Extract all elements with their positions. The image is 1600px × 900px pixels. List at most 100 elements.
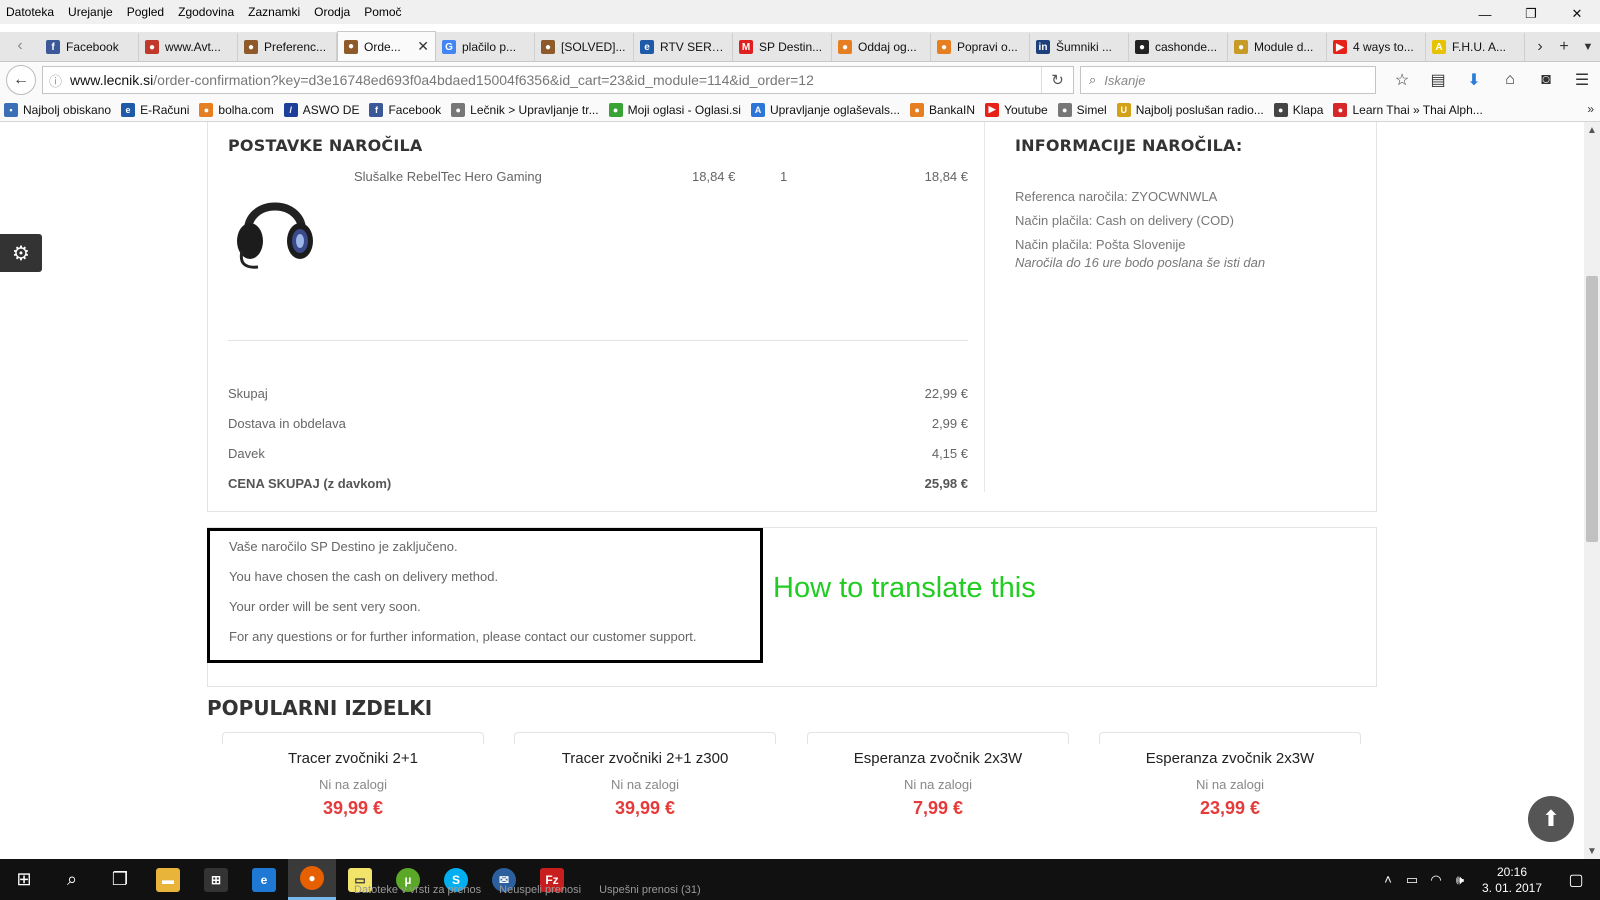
gear-icon[interactable]: ⚙ [0, 234, 42, 272]
browser-tab[interactable]: ● [SOLVED]... [535, 33, 634, 61]
volume-icon[interactable]: 🕪 [1448, 872, 1472, 888]
scroll-to-top-button[interactable]: ⬆ [1528, 796, 1574, 842]
bookmark-star-icon[interactable]: ☆ [1384, 66, 1420, 94]
bookmark-item[interactable]: ● Simel [1057, 102, 1107, 117]
menu-edit[interactable]: Urejanje [68, 5, 113, 19]
product-card-name[interactable]: Tracer zvočniki 2+1 z300 [514, 750, 776, 767]
bookmarks-overflow-icon[interactable]: » [1587, 102, 1594, 116]
tax-value: 4,15 € [931, 446, 968, 461]
menu-tools[interactable]: Orodja [314, 5, 350, 19]
browser-tab[interactable]: ● Oddaj og... [832, 33, 931, 61]
product-card-name[interactable]: Esperanza zvočnik 2x3W [807, 750, 1069, 767]
scroll-down-icon[interactable]: ▼ [1584, 843, 1600, 859]
back-button[interactable]: ← [6, 65, 36, 95]
browser-tab[interactable]: in Šumniki ... [1030, 33, 1129, 61]
product-card[interactable]: Esperanza zvočnik 2x3W Ni na zalogi 7,99… [807, 732, 1069, 842]
clock[interactable]: 20:16 3. 01. 2017 [1472, 864, 1552, 896]
bookmark-item[interactable]: ▶ Youtube [985, 102, 1048, 117]
bookmark-item[interactable]: ● bolha.com [199, 102, 274, 117]
task-view-icon[interactable]: ❐ [96, 859, 144, 900]
confirmation-panel: Vaše naročilo SP Destino je zaključeno. … [207, 527, 1377, 687]
notification-center-icon[interactable]: ▢ [1552, 870, 1600, 890]
url-bar[interactable]: ⓘ www.lecnik.si/order-confirmation?key=d… [42, 66, 1074, 94]
bookmark-item[interactable]: f Facebook [369, 102, 441, 117]
store-icon[interactable]: ⊞ [192, 859, 240, 900]
browser-tab[interactable]: A F.H.U. A... [1426, 33, 1525, 61]
file-explorer-icon[interactable]: ▬ [144, 859, 192, 900]
product-card[interactable]: Tracer zvočniki 2+1 z300 Ni na zalogi 39… [514, 732, 776, 842]
browser-tab[interactable]: ● Orde... ✕ [337, 31, 436, 61]
site-info-icon[interactable]: ⓘ [49, 71, 62, 90]
bookmark-item[interactable]: ● Lečnik > Upravljanje tr... [451, 102, 599, 117]
reload-icon[interactable]: ↻ [1041, 67, 1073, 93]
close-window-button[interactable]: ✕ [1554, 0, 1600, 28]
product-card[interactable]: Esperanza zvočnik 2x3W Ni na zalogi 23,9… [1099, 732, 1361, 842]
bookmark-item[interactable]: ● BankaIN [910, 102, 975, 117]
firefox-icon[interactable]: ● [288, 859, 336, 900]
product-card-name[interactable]: Esperanza zvočnik 2x3W [1099, 750, 1361, 767]
tab-list-dropdown-icon[interactable]: ▼ [1576, 41, 1600, 53]
hamburger-menu-icon[interactable]: ☰ [1564, 66, 1600, 94]
search-input[interactable]: ⌕ Iskanje [1080, 66, 1376, 94]
bookmark-item[interactable]: ▪ Najbolj obiskano [4, 102, 111, 117]
browser-tab[interactable]: ● www.Avt... [139, 33, 238, 61]
close-tab-icon[interactable]: ✕ [417, 38, 429, 55]
edge-icon[interactable]: e [240, 859, 288, 900]
tab-scroll-right-icon[interactable]: › [1528, 38, 1552, 56]
bookmark-item[interactable]: ● Klapa [1273, 102, 1323, 117]
browser-tab[interactable]: Gplačilo p... [436, 33, 535, 61]
reading-list-icon[interactable]: ▤ [1420, 66, 1456, 94]
browser-tab[interactable]: e RTV SERV... [634, 33, 733, 61]
restore-button[interactable]: ❐ [1508, 0, 1554, 28]
tab-favicon-icon: ● [1135, 40, 1149, 54]
menu-bookmarks[interactable]: Zaznamki [248, 5, 300, 19]
browser-tab[interactable]: ● cashonde... [1129, 33, 1228, 61]
bookmark-item[interactable]: / ASWO DE [283, 102, 359, 117]
menu-help[interactable]: Pomoč [364, 5, 401, 19]
bookmark-favicon-icon: ● [1273, 102, 1288, 117]
browser-tab[interactable]: f Facebook [40, 33, 139, 61]
menu-view[interactable]: Pogled [127, 5, 164, 19]
show-hidden-icons-icon[interactable]: ˄ [1376, 872, 1400, 887]
menu-history[interactable]: Zgodovina [178, 5, 234, 19]
scrollbar-thumb[interactable] [1586, 276, 1598, 542]
tab-scroll-left-icon[interactable]: ‹ [0, 31, 40, 61]
bookmark-label: bolha.com [218, 102, 274, 117]
product-card-name[interactable]: Tracer zvočniki 2+1 [222, 750, 484, 767]
bookmark-item[interactable]: U Najbolj poslušan radio... [1116, 102, 1264, 117]
home-icon[interactable]: ⌂ [1492, 66, 1528, 94]
product-name[interactable]: Slušalke RebelTec Hero Gaming [354, 169, 542, 184]
browser-tab[interactable]: ● Module d... [1228, 33, 1327, 61]
minimize-button[interactable]: — [1462, 0, 1508, 28]
bookmark-item[interactable]: ● Moji oglasi - Oglasi.si [608, 102, 741, 117]
bookmark-item[interactable]: ● Learn Thai » Thai Alph... [1333, 102, 1483, 117]
browser-tab[interactable]: ● Popravi o... [931, 33, 1030, 61]
pocket-icon[interactable]: ◙ [1528, 66, 1564, 94]
browser-tab[interactable]: ▶ 4 ways to... [1327, 33, 1426, 61]
menu-file[interactable]: Datoteka [6, 5, 54, 19]
shipping-label: Dostava in obdelava [228, 416, 346, 431]
scroll-up-icon[interactable]: ▲ [1584, 122, 1600, 138]
failed-transfers-tab[interactable]: Neuspeli prenosi [499, 884, 581, 896]
tab-favicon-icon: ● [838, 40, 852, 54]
browser-tab[interactable]: ● Preferenc... [238, 33, 337, 61]
search-icon: ⌕ [1089, 72, 1097, 87]
page-scrollbar[interactable]: ▲ ▼ [1584, 122, 1600, 859]
new-tab-icon[interactable]: + [1552, 38, 1576, 56]
product-card-stock: Ni na zalogi [611, 777, 679, 792]
battery-icon[interactable]: ▭ [1400, 872, 1424, 888]
order-info-section: INFORMACIJE NAROČILA: Referenca naročila… [984, 122, 1376, 492]
wifi-icon[interactable]: ◠ [1424, 872, 1448, 888]
bookmark-item[interactable]: A Upravljanje oglaševals... [750, 102, 900, 117]
search-icon[interactable]: ⌕ [48, 859, 96, 900]
browser-tab[interactable]: M SP Destin... [733, 33, 832, 61]
bookmark-item[interactable]: e E-Računi [121, 102, 189, 117]
windows-start-icon[interactable]: ⊞ [0, 859, 48, 900]
queued-files-tab[interactable]: Datoteke v vrsti za prenos [354, 884, 481, 896]
payment-method: Način plačila: Cash on delivery (COD) [1015, 213, 1234, 228]
window-controls: — ❐ ✕ [1462, 0, 1600, 28]
downloads-icon[interactable]: ⬇ [1456, 66, 1492, 94]
product-card[interactable]: Tracer zvočniki 2+1 Ni na zalogi 39,99 € [222, 732, 484, 842]
successful-transfers-tab[interactable]: Uspešni prenosi (31) [599, 884, 701, 896]
tab-label: Facebook [66, 40, 119, 54]
